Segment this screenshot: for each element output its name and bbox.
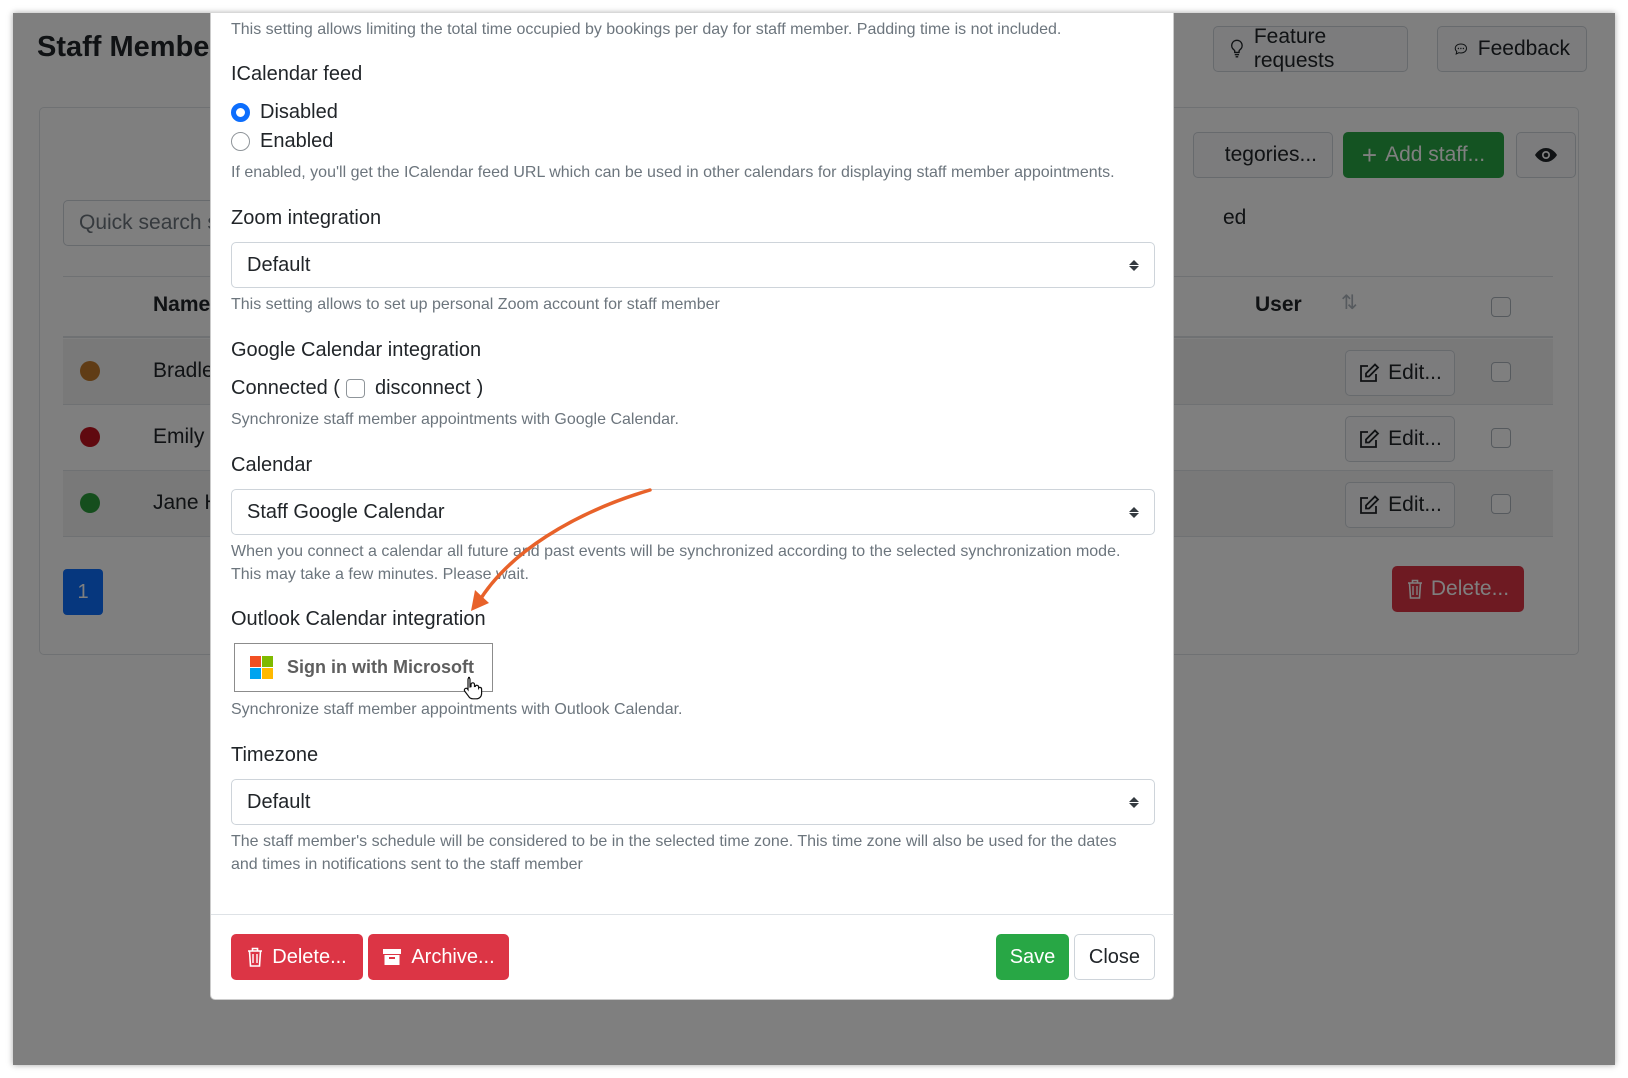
app-window: Staff Membe Feature requests Feedback Qu… xyxy=(13,13,1615,1065)
hand-cursor-icon xyxy=(463,676,483,700)
annotation-layer xyxy=(463,488,652,700)
annotation-arrow-icon xyxy=(476,488,652,605)
